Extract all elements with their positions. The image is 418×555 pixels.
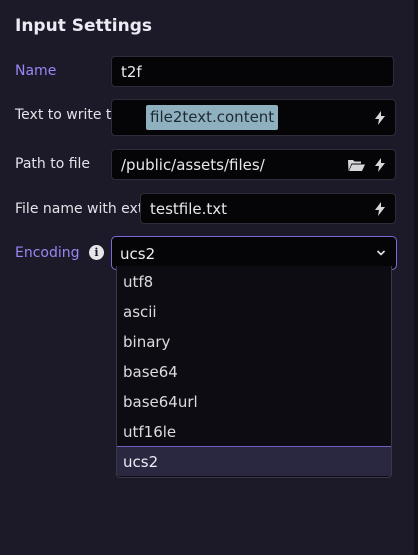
name-label: Name	[15, 63, 57, 79]
encoding-option-binary[interactable]: binary	[117, 327, 391, 357]
lightning-bolt-icon[interactable]	[375, 110, 385, 125]
encoding-option-utf16le[interactable]: utf16le	[117, 417, 391, 447]
text-to-write-token[interactable]: file2text.content	[146, 105, 279, 130]
encoding-label: Encoding	[15, 245, 80, 261]
name-input-value: t2f	[121, 63, 142, 81]
lightning-bolt-icon[interactable]	[375, 157, 385, 172]
path-input[interactable]: /public/assets/files/	[111, 149, 396, 180]
file-name-input-value: testfile.txt	[150, 200, 228, 218]
text-to-write-input[interactable]: file2text.content	[111, 99, 396, 136]
encoding-select[interactable]: ucs2	[111, 236, 397, 270]
file-name-label: File name with extn	[15, 201, 153, 217]
info-icon[interactable]: i	[89, 245, 104, 260]
encoding-option-ucs2[interactable]: ucs2	[117, 446, 391, 476]
folder-icon[interactable]	[347, 158, 365, 172]
encoding-option-utf8[interactable]: utf8	[117, 267, 391, 297]
name-input[interactable]: t2f	[111, 56, 394, 87]
scrollbar-track[interactable]	[414, 0, 418, 555]
encoding-dropdown: utf8 ascii binary base64 base64url utf16…	[116, 266, 392, 478]
encoding-option-base64[interactable]: base64	[117, 357, 391, 387]
panel-title: Input Settings	[15, 16, 152, 36]
path-label: Path to file	[15, 156, 91, 172]
encoding-option-base64url[interactable]: base64url	[117, 387, 391, 417]
encoding-option-ascii[interactable]: ascii	[117, 297, 391, 327]
input-settings-panel: Input Settings Name t2f Text to write to…	[0, 0, 414, 555]
file-name-input[interactable]: testfile.txt	[140, 193, 396, 224]
encoding-selected-value: ucs2	[120, 245, 156, 263]
path-input-value: /public/assets/files/	[121, 156, 265, 174]
lightning-bolt-icon[interactable]	[375, 201, 385, 216]
chevron-down-icon[interactable]	[376, 249, 386, 257]
